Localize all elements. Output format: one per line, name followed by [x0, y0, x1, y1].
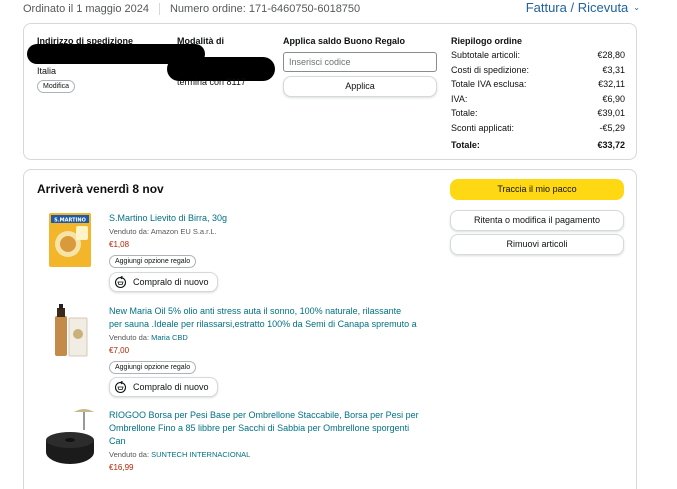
- gift-card-input[interactable]: Inserisci codice: [283, 52, 437, 72]
- summary-row: IVA: €6,90: [451, 93, 625, 104]
- product-image-umbrella-weight[interactable]: [44, 408, 100, 468]
- buy-again-button[interactable]: Compralo di nuovo: [109, 272, 218, 292]
- remove-items-button[interactable]: Rimuovi articoli: [450, 234, 624, 255]
- product-title-link[interactable]: RIOGOO Borsa per Pesi Base per Ombrellon…: [109, 409, 419, 448]
- retry-payment-button[interactable]: Ritenta o modifica il pagamento: [450, 210, 624, 231]
- summary-row: Subtotale articoli: €28,80: [451, 50, 625, 60]
- summary-row: Totale: €39,01: [451, 108, 625, 118]
- summary-title: Riepilogo ordine: [451, 36, 522, 46]
- summary-rows: Subtotale articoli: €28,80 Costi di spedi…: [451, 48, 625, 153]
- summary-grand-total: Totale: €33,72: [451, 140, 625, 150]
- product-price: €16,99: [109, 463, 134, 472]
- delivery-title: Arriverà venerdì 8 nov: [37, 182, 164, 196]
- seller-link[interactable]: Maria CBD: [151, 333, 188, 342]
- product-title-link[interactable]: S.Martino Lievito di Birra, 30g: [109, 213, 227, 223]
- product-price: €1,08: [109, 240, 130, 249]
- sold-by: Venduto da: Amazon EU S.a.r.L.: [109, 227, 217, 236]
- product-image-oil[interactable]: [51, 304, 91, 360]
- gift-card-title: Applica saldo Buono Regalo: [283, 36, 406, 46]
- seller-link[interactable]: SUNTECH INTERNACIONAL: [151, 450, 250, 459]
- payment-card-ending: termina con 8117: [177, 77, 246, 87]
- svg-text:S.MARTINO: S.MARTINO: [54, 218, 86, 224]
- add-gift-option-button[interactable]: Aggiungi opzione regalo: [109, 361, 197, 374]
- buy-again-icon: [114, 275, 127, 288]
- invoice-label[interactable]: Fattura / Ricevuta: [526, 0, 629, 15]
- product-title-link[interactable]: New Maria Oil 5% olio anti stress auta i…: [109, 305, 417, 331]
- order-date: Ordinato il 1 maggio 2024: [23, 3, 149, 15]
- chevron-down-icon[interactable]: ⌄: [633, 3, 640, 12]
- sold-by: Venduto da: SUNTECH INTERNACIONAL: [109, 450, 251, 459]
- delivery-card: Arriverà venerdì 8 nov Traccia il mio pa…: [23, 169, 637, 489]
- buy-again-button[interactable]: Compralo di nuovo: [109, 377, 218, 397]
- modify-address-button[interactable]: Modifica: [37, 80, 76, 93]
- sold-by: Venduto da: Maria CBD: [109, 333, 188, 342]
- order-header: Ordinato il 1 maggio 2024 Numero ordine:…: [23, 3, 360, 15]
- add-gift-option-button[interactable]: Aggiungi opzione regalo: [109, 255, 197, 268]
- invoice-dropdown[interactable]: Fattura / Ricevuta ⌄: [526, 0, 640, 15]
- divider: [158, 3, 160, 15]
- buy-again-icon: [114, 380, 127, 393]
- summary-row: Sconti applicati: -€5,29: [451, 122, 625, 133]
- order-number: Numero ordine: 171-6460750-6018750: [169, 3, 361, 15]
- product-image-yeast[interactable]: S.MARTINO: [48, 212, 92, 268]
- shipping-country: Italia: [37, 66, 57, 76]
- product-price: €7,00: [109, 346, 130, 355]
- payment-method-title: Modalità di: [177, 36, 224, 46]
- track-package-button[interactable]: Traccia il mio pacco: [450, 179, 624, 200]
- summary-row: Costi di spedizione: €3,31: [451, 64, 625, 75]
- summary-row: Totale IVA esclusa: €32,11: [451, 79, 625, 89]
- order-info-card: Indirizzo di spedizione Italia Modifica …: [23, 23, 637, 160]
- apply-gift-card-button[interactable]: Applica: [283, 76, 437, 97]
